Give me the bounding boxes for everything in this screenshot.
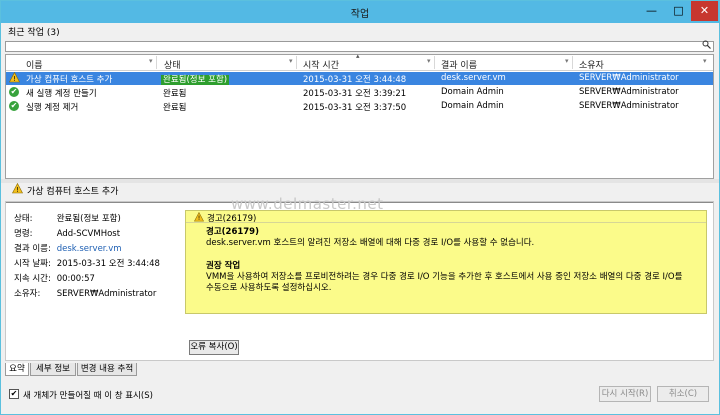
filter-arrow-icon[interactable]: ▾	[565, 57, 569, 65]
recent-jobs-label: 최근 작업 (3)	[8, 28, 60, 38]
warning-icon: !	[12, 183, 23, 194]
cancel-button[interactable]: 취소(C)	[657, 386, 709, 402]
table-header: 이름 ▾ 상태 ▾ ▴ 시작 시간 ▾ 결과 이름 ▾ 소유자 ▾	[6, 52, 713, 71]
table-row[interactable]: ✔ 새 실행 계정 만들기 완료됨 2015-03-31 오전 3:39:21 …	[6, 86, 713, 99]
svg-text:!: !	[16, 186, 19, 194]
field-start-date: 시작 날짜: 2015-03-31 오전 3:44:48	[14, 259, 160, 269]
window-title: 작업	[350, 9, 370, 20]
search-input[interactable]	[5, 40, 714, 52]
recommended-action-line1: VMM을 사용하여 저장소를 프로비전하려는 경우 다중 경로 I/O 기능을 …	[206, 272, 683, 282]
minimize-button[interactable]: —	[638, 1, 665, 21]
column-header-start-time[interactable]: 시작 시간	[303, 58, 339, 71]
tab-details[interactable]: 세부 정보	[30, 363, 76, 376]
field-result-name: 결과 이름: desk.server.vm	[14, 244, 122, 254]
filter-arrow-icon[interactable]: ▾	[149, 57, 153, 65]
table-row[interactable]: ✔ 실행 계정 제거 완료됨 2015-03-31 오전 3:37:50 Dom…	[6, 100, 713, 113]
sort-indicator-icon: ▴	[356, 52, 360, 60]
copy-error-button[interactable]: 오류 복사(O)	[189, 340, 239, 355]
detail-title: 가상 컴퓨터 호스트 추가	[27, 187, 119, 197]
jobs-window: 작업 — □ ✕ 최근 작업 (3) 이름 ▾ 상태 ▾ ▴ 시작 시간 ▾ 결…	[0, 0, 720, 415]
field-command: 명령: Add-SCVMHost	[14, 229, 121, 239]
job-status: 완료됨	[163, 89, 187, 99]
warning-title: 경고(26179)	[206, 227, 259, 237]
field-owner: 소유자: SERVER₩Administrator	[14, 289, 157, 299]
tab-summary[interactable]: 요약	[5, 363, 29, 376]
column-header-status[interactable]: 상태	[164, 58, 181, 71]
recommended-action-line2: 수동으로 사용하도록 설정하십시오.	[206, 283, 332, 293]
restart-button[interactable]: 다시 시작(R)	[599, 386, 651, 402]
warning-box: ! 경고(26179) 경고(26179) desk.server.vm 호스트…	[185, 210, 707, 314]
show-window-checkbox[interactable]: ✔	[9, 389, 19, 399]
job-start-time: 2015-03-31 오전 3:39:21	[303, 89, 407, 99]
job-name: 가상 컴퓨터 호스트 추가	[26, 75, 113, 85]
check-icon: ✔	[9, 101, 19, 111]
filter-arrow-icon[interactable]: ▾	[427, 57, 431, 65]
column-header-owner[interactable]: 소유자	[579, 58, 604, 71]
column-header-name[interactable]: 이름	[26, 58, 43, 71]
tab-change-tracking[interactable]: 변경 내용 추적	[77, 363, 137, 376]
field-duration: 지속 시간: 00:00:57	[14, 274, 95, 284]
warning-header[interactable]: ! 경고(26179)	[186, 211, 706, 224]
warning-icon: !	[194, 212, 204, 222]
table-row[interactable]: ! 가상 컴퓨터 호스트 추가 완료됨(정보 포함) 2015-03-31 오전…	[6, 72, 713, 85]
job-name: 실행 계정 제거	[26, 103, 79, 113]
show-window-checkbox-label[interactable]: 새 개체가 만들어질 때 이 창 표시(S)	[23, 389, 153, 401]
job-status: 완료됨	[163, 103, 187, 113]
recommended-action-title: 권장 작업	[206, 261, 241, 271]
svg-text:!: !	[198, 215, 201, 222]
jobs-table: 이름 ▾ 상태 ▾ ▴ 시작 시간 ▾ 결과 이름 ▾ 소유자 ▾ ! 가상 컴…	[5, 52, 714, 179]
title-bar[interactable]: 작업 — □ ✕	[1, 1, 719, 23]
filter-arrow-icon[interactable]: ▾	[703, 57, 707, 65]
job-result-name: Domain Admin	[441, 101, 504, 111]
field-status: 상태: 완료됨(정보 포함)	[14, 214, 121, 224]
close-button[interactable]: ✕	[691, 1, 718, 21]
warning-icon: !	[9, 72, 20, 83]
svg-text:!: !	[13, 75, 16, 83]
warning-header-text: 경고(26179)	[207, 214, 257, 224]
search-icon[interactable]	[702, 40, 711, 52]
filter-arrow-icon[interactable]: ▾	[289, 57, 293, 65]
job-name: 새 실행 계정 만들기	[26, 89, 97, 99]
check-icon: ✔	[9, 87, 19, 97]
footer-bar: ✔ 새 개체가 만들어질 때 이 창 표시(S) 다시 시작(R) 취소(C)	[1, 379, 719, 415]
maximize-button[interactable]: □	[665, 1, 692, 21]
job-status: 완료됨(정보 포함)	[161, 75, 230, 85]
job-owner: SERVER₩Administrator	[579, 73, 679, 83]
result-link[interactable]: desk.server.vm	[57, 244, 122, 254]
warning-message: desk.server.vm 호스트의 알려진 저장소 배열에 대해 다중 경로…	[206, 238, 535, 248]
job-owner: SERVER₩Administrator	[579, 101, 679, 111]
job-owner: SERVER₩Administrator	[579, 87, 679, 97]
job-result-name: desk.server.vm	[441, 73, 506, 83]
job-start-time: 2015-03-31 오전 3:37:50	[303, 103, 407, 113]
column-header-result-name[interactable]: 결과 이름	[441, 58, 477, 71]
job-start-time: 2015-03-31 오전 3:44:48	[303, 75, 407, 85]
job-result-name: Domain Admin	[441, 87, 504, 97]
